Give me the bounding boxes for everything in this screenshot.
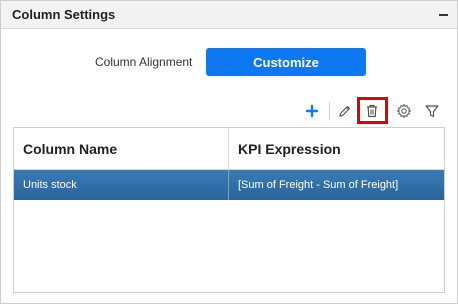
column-settings-panel: Column Settings Column Alignment Customi… [0,0,458,304]
row-divider [228,170,229,200]
filter-icon[interactable] [421,100,443,122]
panel-title: Column Settings [12,7,116,22]
grid-header: Column Name KPI Expression [14,128,444,170]
column-alignment-label: Column Alignment [95,55,193,69]
gear-icon[interactable] [393,100,415,122]
table-row[interactable]: Units stock [Sum of Freight - Sum of Fre… [14,170,444,200]
toolbar-separator [329,102,330,120]
plus-icon[interactable] [301,100,323,122]
pencil-icon[interactable] [334,100,356,122]
cell-kpi-expression[interactable]: [Sum of Freight - Sum of Freight] [238,170,398,200]
column-header-name[interactable]: Column Name [23,128,117,169]
cell-column-name[interactable]: Units stock [23,170,77,200]
columns-grid: Column Name KPI Expression Units stock [… [13,127,445,293]
customize-button[interactable]: Customize [206,48,366,76]
trash-highlight-box [357,97,388,124]
column-header-kpi[interactable]: KPI Expression [238,128,341,169]
collapse-button[interactable] [437,5,451,21]
panel-header: Column Settings [1,1,457,29]
